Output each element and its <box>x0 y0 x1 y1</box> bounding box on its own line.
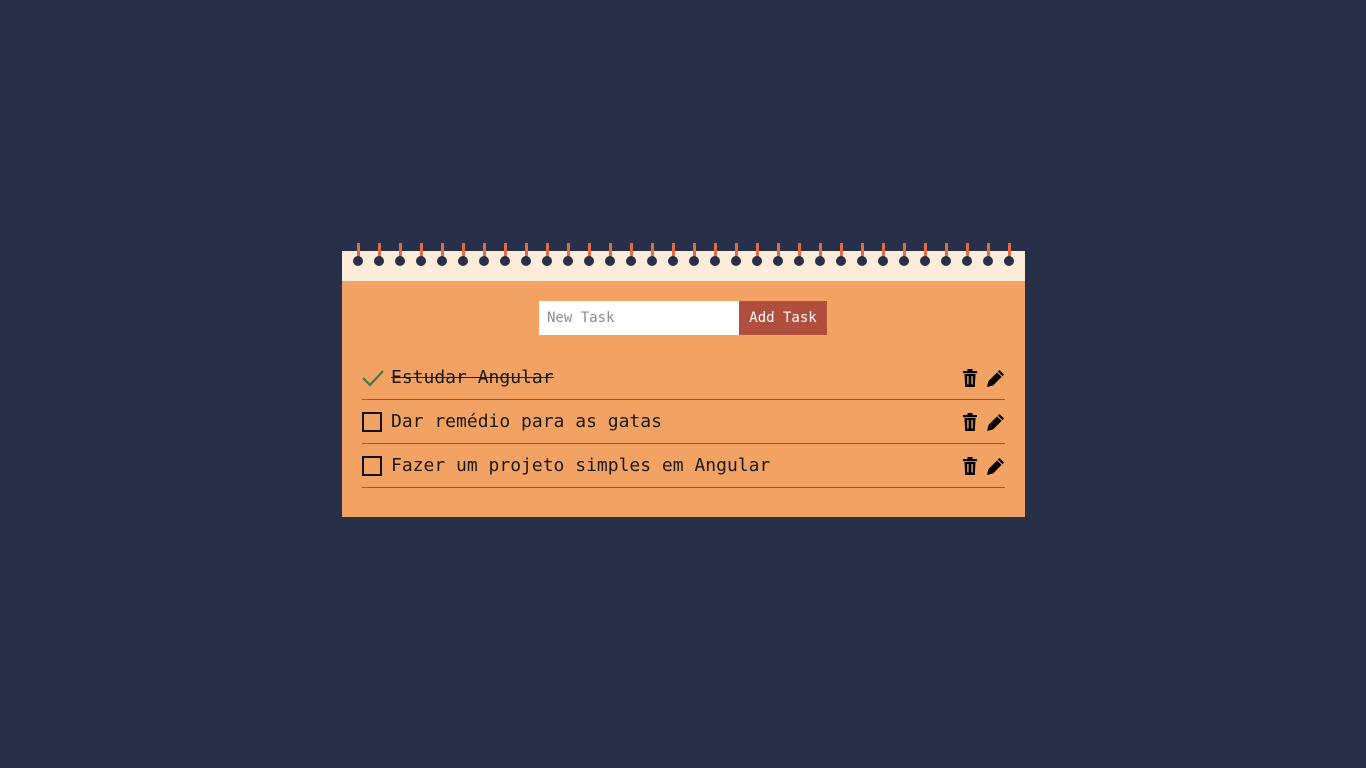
pencil-icon[interactable] <box>987 368 1005 388</box>
spiral-ring <box>416 243 426 269</box>
spiral-ring <box>941 243 951 269</box>
check-icon[interactable] <box>362 368 384 388</box>
spiral-ring <box>1004 243 1014 269</box>
task-row: Dar remédio para as gatas <box>362 400 1005 444</box>
spiral-ring <box>542 243 552 269</box>
spiral-ring <box>521 243 531 269</box>
spiral-ring <box>668 243 678 269</box>
spiral-ring <box>647 243 657 269</box>
spiral-ring <box>458 243 468 269</box>
trash-icon[interactable] <box>961 368 979 388</box>
spiral-ring <box>962 243 972 269</box>
task-text: Fazer um projeto simples em Angular <box>391 455 771 476</box>
checkbox-icon[interactable] <box>362 412 382 432</box>
spiral-ring <box>773 243 783 269</box>
spiral-ring <box>374 243 384 269</box>
spiral-ring <box>479 243 489 269</box>
spiral-binding <box>342 243 1025 281</box>
task-row: Estudar Angular <box>362 356 1005 400</box>
spiral-ring <box>500 243 510 269</box>
spiral-ring <box>563 243 573 269</box>
checkbox-icon[interactable] <box>362 456 382 476</box>
task-actions <box>961 456 1005 476</box>
spiral-ring <box>857 243 867 269</box>
task-list: Estudar Angular Dar remédio para as gata… <box>362 356 1005 488</box>
task-row: Fazer um projeto simples em Angular <box>362 444 1005 488</box>
spiral-ring <box>437 243 447 269</box>
add-task-form: Add Task <box>539 301 827 335</box>
pencil-icon[interactable] <box>987 456 1005 476</box>
spiral-ring <box>626 243 636 269</box>
spiral-ring <box>920 243 930 269</box>
task-text: Dar remédio para as gatas <box>391 411 662 432</box>
spiral-ring <box>353 243 363 269</box>
spiral-ring <box>878 243 888 269</box>
pencil-icon[interactable] <box>987 412 1005 432</box>
todo-notebook: Add Task Estudar Angular <box>342 243 1025 517</box>
spiral-ring <box>794 243 804 269</box>
new-task-input[interactable] <box>539 301 739 335</box>
spiral-ring <box>815 243 825 269</box>
trash-icon[interactable] <box>961 456 979 476</box>
spiral-ring <box>395 243 405 269</box>
notebook-page: Add Task Estudar Angular <box>342 281 1025 517</box>
spiral-ring <box>752 243 762 269</box>
task-actions <box>961 412 1005 432</box>
task-actions <box>961 368 1005 388</box>
trash-icon[interactable] <box>961 412 979 432</box>
add-task-button[interactable]: Add Task <box>739 301 827 335</box>
spiral-ring <box>710 243 720 269</box>
spiral-ring <box>584 243 594 269</box>
spiral-ring <box>731 243 741 269</box>
spiral-ring <box>605 243 615 269</box>
task-text: Estudar Angular <box>391 367 554 388</box>
spiral-ring <box>899 243 909 269</box>
spiral-ring <box>689 243 699 269</box>
spiral-ring <box>983 243 993 269</box>
spiral-ring <box>836 243 846 269</box>
